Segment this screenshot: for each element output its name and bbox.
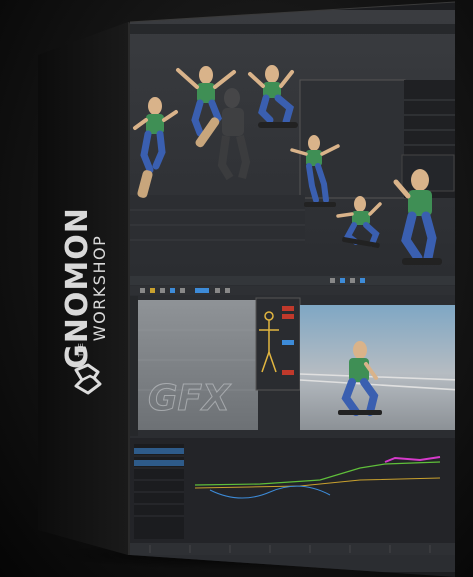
top-picker-panel bbox=[401, 154, 455, 192]
bottom-toolbar-2 bbox=[130, 286, 455, 295]
top-menubar bbox=[130, 24, 455, 34]
timeline-bar bbox=[130, 543, 455, 555]
bottom-toolbar-1 bbox=[130, 276, 455, 285]
bottom-toolbox bbox=[130, 296, 138, 436]
watermark-text: GFX bbox=[148, 378, 232, 419]
box-front: GFX bbox=[129, 1, 456, 577]
